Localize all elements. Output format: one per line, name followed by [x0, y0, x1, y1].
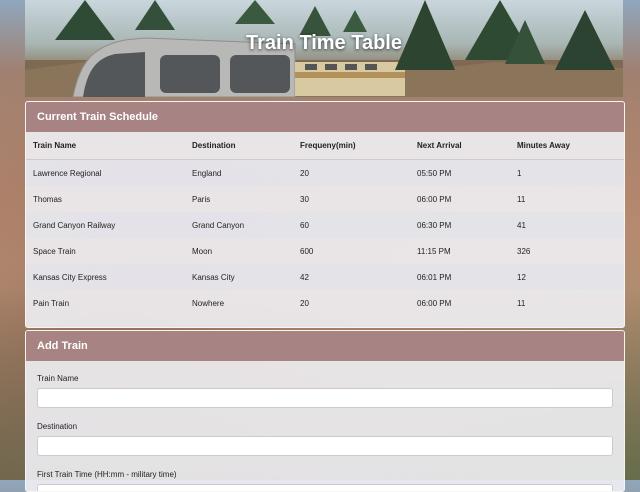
cell-minutes-away: 11 — [517, 194, 526, 204]
add-train-panel-title: Add Train — [26, 331, 624, 361]
cell-train-name: Thomas — [33, 194, 62, 204]
destination-input[interactable] — [37, 436, 613, 456]
cell-destination: Kansas City — [185, 264, 293, 290]
cell-frequency: 30 — [300, 194, 309, 204]
column-header-train-name: Train Name — [26, 132, 185, 160]
table-row: Grand Canyon Railway Grand Canyon 60 06:… — [26, 212, 624, 238]
train-name-label: Train Name — [37, 374, 79, 383]
first-train-time-label: First Train Time (HH:mm - military time) — [37, 470, 177, 479]
cell-next-arrival: 06:30 PM — [410, 212, 510, 238]
add-train-form: Train Name Destination First Train Time … — [26, 361, 624, 491]
table-row: Kansas City Express Kansas City 42 06:01… — [26, 264, 624, 290]
cell-destination: Nowhere — [192, 298, 225, 308]
cell-frequency: 20 — [293, 159, 410, 186]
cell-train-name: Pain Train — [33, 298, 70, 308]
cell-frequency: 42 — [293, 264, 410, 290]
cell-destination: Paris — [192, 194, 211, 204]
cell-train-name: Grand Canyon Railway — [26, 212, 185, 238]
table-row: Pain Train Nowhere 20 06:00 PM 11 — [26, 290, 624, 316]
cell-next-arrival: 06:00 PM — [417, 194, 452, 204]
column-header-destination: Destination — [185, 132, 293, 160]
cell-frequency: 60 — [293, 212, 410, 238]
cell-minutes-away: 1 — [510, 159, 624, 186]
train-schedule-panel: Current Train Schedule Train Name Destin… — [25, 101, 625, 328]
table-row: Lawrence Regional England 20 05:50 PM 1 — [26, 159, 624, 186]
schedule-table: Train Name Destination Frequeny(min) Nex… — [26, 132, 624, 316]
cell-minutes-away: 326 — [517, 246, 531, 256]
cell-minutes-away: 41 — [510, 212, 624, 238]
cell-minutes-away: 11 — [517, 298, 526, 308]
header-banner: Train Time Table — [25, 0, 623, 97]
cell-destination: Grand Canyon — [185, 212, 293, 238]
cell-frequency: 600 — [300, 246, 314, 256]
cell-train-name: Kansas City Express — [26, 264, 185, 290]
add-train-panel: Add Train Train Name Destination First T… — [25, 330, 625, 492]
cell-next-arrival: 05:50 PM — [410, 159, 510, 186]
cell-train-name: Space Train — [33, 246, 76, 256]
cell-frequency: 20 — [300, 298, 309, 308]
cell-destination: England — [185, 159, 293, 186]
cell-destination: Moon — [192, 246, 213, 256]
table-row: Space Train Moon 600 11:15 PM 326 — [26, 238, 624, 264]
page-title: Train Time Table — [246, 32, 402, 54]
cell-next-arrival: 11:15 PM — [417, 246, 451, 256]
train-name-input[interactable] — [37, 388, 613, 408]
destination-label: Destination — [37, 422, 78, 431]
cell-next-arrival: 06:00 PM — [417, 298, 452, 308]
cell-train-name: Lawrence Regional — [26, 159, 185, 186]
schedule-panel-title: Current Train Schedule — [26, 102, 624, 132]
table-row: Thomas Paris 30 06:00 PM 11 — [26, 186, 624, 212]
column-header-frequency: Frequeny(min) — [293, 132, 410, 160]
column-header-next-arrival: Next Arrival — [410, 132, 510, 160]
column-header-minutes-away: Minutes Away — [510, 132, 624, 160]
cell-minutes-away: 12 — [510, 264, 624, 290]
first-train-time-input[interactable] — [37, 484, 613, 491]
table-header-row: Train Name Destination Frequeny(min) Nex… — [26, 132, 624, 160]
cell-next-arrival: 06:01 PM — [410, 264, 510, 290]
